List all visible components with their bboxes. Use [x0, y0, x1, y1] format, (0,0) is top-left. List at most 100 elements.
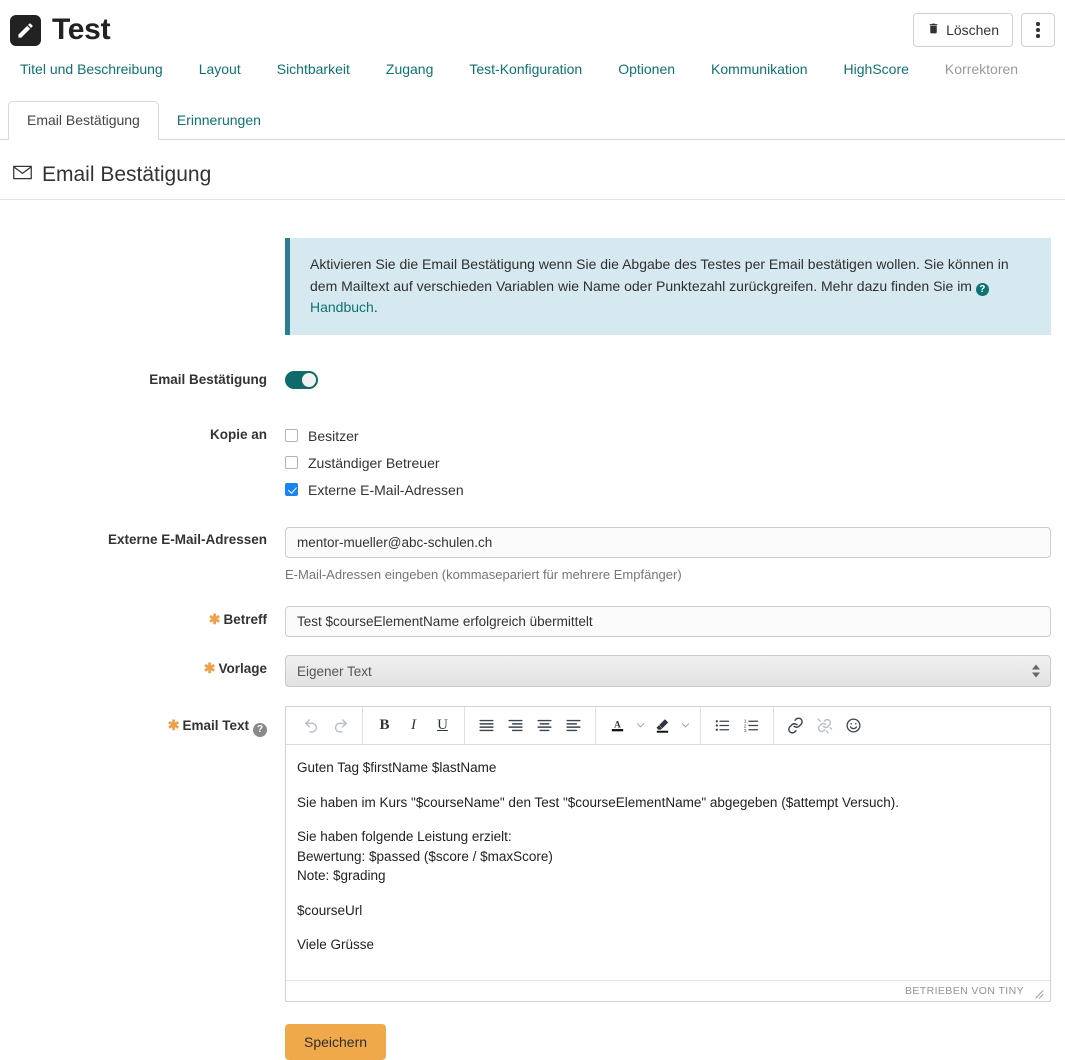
chevron-down-icon[interactable] [677, 712, 693, 740]
external-emails-input[interactable] [285, 527, 1051, 558]
checkbox-label: Zuständiger Betreuer [308, 455, 440, 471]
align-center-icon[interactable] [530, 712, 559, 740]
editor-paragraph: Bewertung: $passed ($score / $maxScore) [297, 847, 1039, 867]
bullet-list-icon[interactable] [708, 712, 737, 740]
checkbox-label: Externe E-Mail-Adressen [308, 482, 464, 498]
external-emails-row: Externe E-Mail-Adressen E-Mail-Adressen … [10, 527, 1055, 582]
external-emails-label: Externe E-Mail-Adressen [10, 527, 285, 553]
more-options-button[interactable] [1021, 13, 1055, 47]
external-emails-hint: E-Mail-Adressen eingeben (kommasepariert… [285, 567, 1051, 582]
page-header: Test Löschen [0, 0, 1065, 52]
subject-row: ✱Betreff [10, 606, 1055, 637]
bold-icon[interactable]: B [370, 712, 399, 740]
section-heading: Email Bestätigung [42, 163, 211, 187]
editor-toolbar: B I U [286, 707, 1050, 745]
email-confirmation-toggle-row: Email Bestätigung [10, 367, 1055, 394]
subject-input[interactable] [285, 606, 1051, 637]
subject-label-text: Betreff [223, 612, 267, 627]
checkbox-besitzer[interactable]: Besitzer [285, 422, 1051, 449]
handbuch-link[interactable]: Handbuch [310, 299, 374, 315]
toolbar-group-colors: A [595, 707, 700, 744]
nav-item-zugang[interactable]: Zugang [368, 61, 451, 77]
align-left-icon[interactable] [559, 712, 588, 740]
checkbox-label: Besitzer [308, 428, 359, 444]
template-select-value: Eigener Text [297, 664, 372, 679]
nav-item-titel-und-beschreibung[interactable]: Titel und Beschreibung [14, 61, 181, 77]
checkbox-zustaendiger-betreuer[interactable]: Zuständiger Betreuer [285, 449, 1051, 476]
text-color-icon[interactable]: A [603, 712, 632, 740]
email-confirmation-toggle[interactable] [285, 371, 318, 389]
editor-paragraph: Sie haben folgende Leistung erzielt: [297, 827, 1039, 847]
undo-icon[interactable] [297, 712, 326, 740]
chevron-down-icon[interactable] [632, 712, 648, 740]
email-text-label: ✱Email Text? [10, 706, 285, 745]
checkbox-box [285, 483, 298, 496]
editor-paragraph: Viele Grüsse [297, 935, 1039, 955]
unlink-icon [810, 712, 839, 740]
checkbox-externe-email-adressen[interactable]: Externe E-Mail-Adressen [285, 476, 1051, 503]
nav-item-sichtbarkeit[interactable]: Sichtbarkeit [259, 61, 368, 77]
copy-to-row: Kopie an Besitzer Zuständiger Betreuer E… [10, 422, 1055, 503]
toolbar-group-link [773, 707, 875, 744]
email-confirmation-label: Email Bestätigung [10, 367, 285, 393]
toolbar-group-history [290, 707, 362, 744]
header-actions: Löschen [913, 13, 1055, 47]
save-button[interactable]: Speichern [285, 1024, 386, 1060]
emoji-icon[interactable] [839, 712, 868, 740]
nav-item-optionen[interactable]: Optionen [600, 61, 693, 77]
nav-item-kommunikation[interactable]: Kommunikation [693, 61, 826, 77]
email-text-label-text: Email Text [182, 718, 249, 733]
nav-item-test-konfiguration[interactable]: Test-Konfiguration [451, 61, 600, 77]
primary-nav: Titel und Beschreibung Layout Sichtbarke… [0, 52, 1065, 86]
resize-grip-icon[interactable] [1033, 986, 1044, 997]
required-asterisk-icon: ✱ [209, 611, 221, 627]
link-icon[interactable] [781, 712, 810, 740]
toolbar-group-align [464, 707, 595, 744]
email-confirmation-form: Aktivieren Sie die Email Bestätigung wen… [0, 200, 1065, 1060]
required-asterisk-icon: ✱ [168, 717, 180, 733]
help-circle-icon: ? [976, 283, 989, 296]
align-right-icon[interactable] [501, 712, 530, 740]
toolbar-group-lists: 123 [700, 707, 773, 744]
numbered-list-icon[interactable]: 123 [737, 712, 766, 740]
italic-icon[interactable]: I [399, 712, 428, 740]
vertical-dots-icon [1036, 22, 1040, 38]
toolbar-group-format: B I U [362, 707, 464, 744]
title-group: Test [10, 15, 913, 46]
nav-item-highscore[interactable]: HighScore [826, 61, 927, 77]
copy-to-label: Kopie an [10, 422, 285, 448]
delete-button-label: Löschen [946, 22, 999, 38]
pencil-icon [10, 15, 41, 46]
checkbox-box [285, 429, 298, 442]
svg-text:3: 3 [744, 728, 747, 734]
editor-paragraph: $courseUrl [297, 901, 1039, 921]
align-justify-icon[interactable] [472, 712, 501, 740]
toggle-knob [302, 373, 316, 387]
template-label: ✱Vorlage [10, 655, 285, 682]
redo-icon[interactable] [326, 712, 355, 740]
underline-icon[interactable]: U [428, 712, 457, 740]
editor-body[interactable]: Guten Tag $firstName $lastName Sie haben… [286, 745, 1050, 980]
checkbox-box [285, 456, 298, 469]
info-alert-text: Aktivieren Sie die Email Bestätigung wen… [310, 256, 1009, 294]
required-asterisk-icon: ✱ [204, 660, 216, 676]
template-select[interactable]: Eigener Text [285, 655, 1051, 687]
delete-button[interactable]: Löschen [913, 13, 1013, 47]
tab-erinnerungen[interactable]: Erinnerungen [159, 102, 279, 139]
info-alert-suffix: . [374, 299, 378, 315]
template-row: ✱Vorlage Eigener Text [10, 655, 1055, 687]
svg-text:A: A [614, 720, 621, 730]
nav-item-korrektoren: Korrektoren [927, 61, 1036, 77]
subject-label: ✱Betreff [10, 606, 285, 633]
email-text-row: ✱Email Text? B I U [10, 706, 1055, 1060]
help-circle-icon[interactable]: ? [253, 723, 267, 737]
tab-email-bestaetigung[interactable]: Email Bestätigung [8, 101, 159, 140]
sub-tabs: Email Bestätigung Erinnerungen [0, 95, 1065, 140]
editor-paragraph: Sie haben im Kurs "$courseName" den Test… [297, 793, 1039, 813]
nav-item-layout[interactable]: Layout [181, 61, 259, 77]
highlight-color-icon[interactable] [648, 712, 677, 740]
editor-footer: BETRIEBEN VON TINY [286, 980, 1050, 1001]
info-alert: Aktivieren Sie die Email Bestätigung wen… [285, 238, 1051, 335]
template-label-text: Vorlage [218, 661, 267, 676]
editor-paragraph: Guten Tag $firstName $lastName [297, 758, 1039, 778]
